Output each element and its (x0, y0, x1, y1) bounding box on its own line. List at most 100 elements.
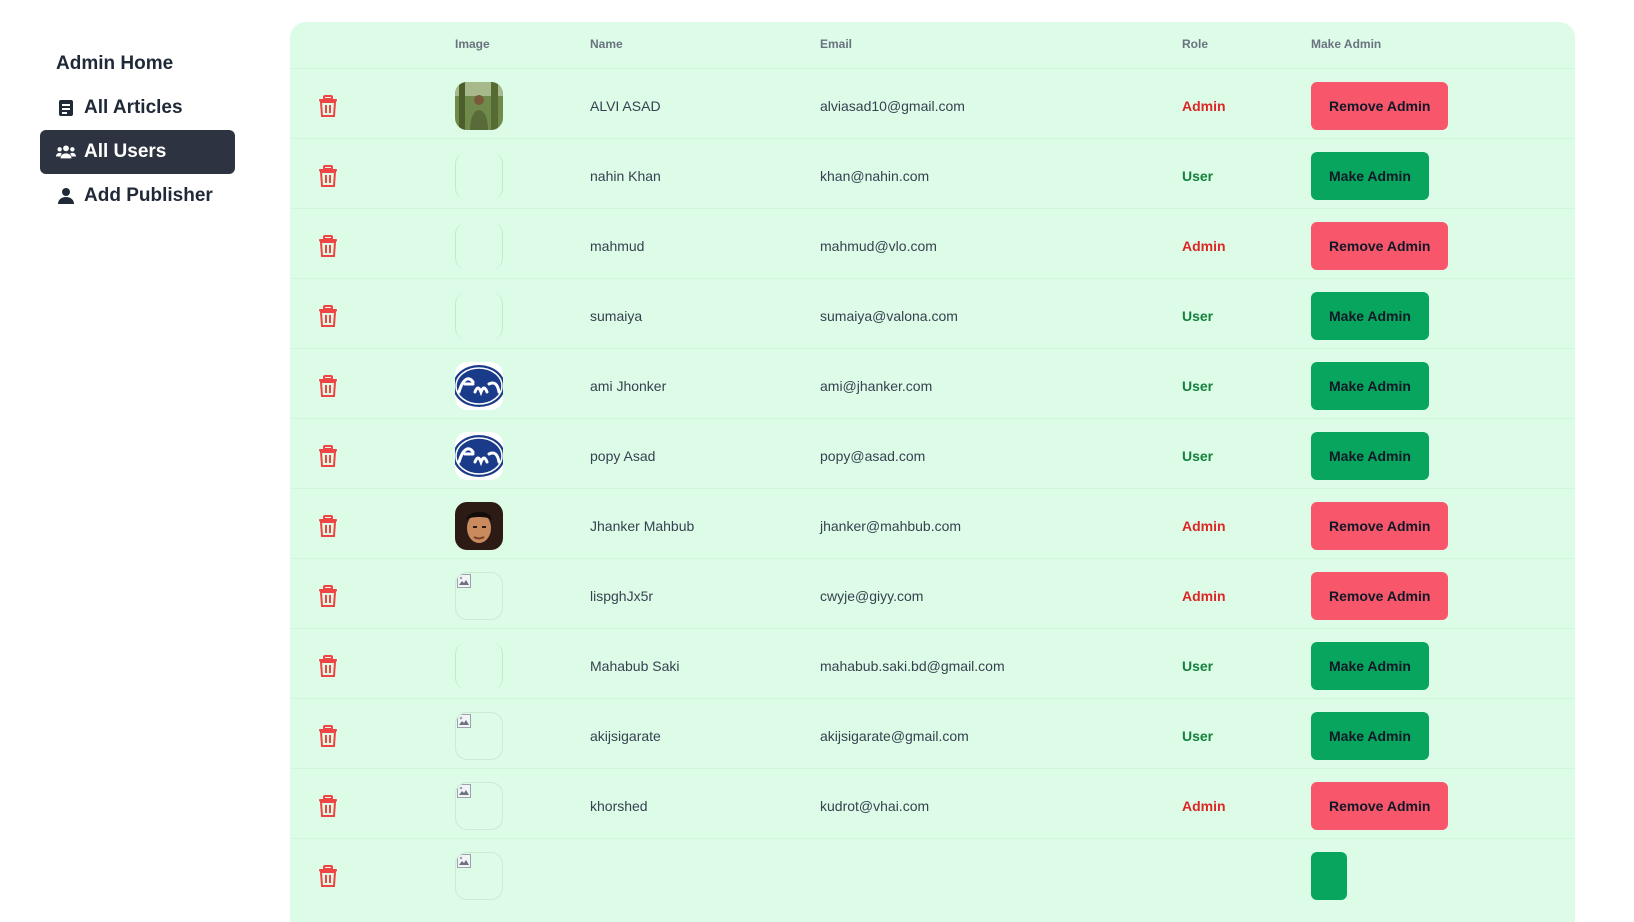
role-badge: User (1182, 377, 1214, 394)
avatar-placeholder (455, 641, 503, 690)
broken-image-avatar (455, 711, 503, 760)
user-email: akijsigarate@gmail.com (820, 727, 969, 744)
delete-icon[interactable] (318, 139, 338, 212)
user-email: mahabub.saki.bd@gmail.com (820, 657, 1005, 674)
make-admin-button[interactable]: Make Admin (1311, 361, 1429, 410)
table-row (290, 838, 1575, 911)
make-admin-button[interactable]: Make Admin (1311, 641, 1429, 690)
avatar-placeholder (455, 151, 503, 200)
avatar (455, 81, 503, 130)
user-email: kudrot@vhai.com (820, 797, 930, 814)
role-badge: Admin (1182, 797, 1226, 814)
avatar (455, 501, 503, 550)
make-admin-button[interactable] (1311, 851, 1347, 900)
delete-icon[interactable] (318, 839, 338, 912)
user-email: cwyje@giyy.com (820, 587, 924, 604)
user-add-icon (56, 186, 76, 206)
user-name: khorshed (590, 797, 648, 814)
sidebar-item-label: All Users (84, 141, 167, 162)
remove-admin-button[interactable]: Remove Admin (1311, 781, 1449, 830)
role-badge: Admin (1182, 97, 1226, 114)
delete-icon[interactable] (318, 69, 338, 142)
role-badge: Admin (1182, 237, 1226, 254)
remove-admin-button[interactable]: Remove Admin (1311, 501, 1449, 550)
make-admin-button[interactable]: Make Admin (1311, 151, 1429, 200)
delete-icon[interactable] (318, 699, 338, 772)
remove-admin-button[interactable]: Remove Admin (1311, 81, 1449, 130)
make-admin-button[interactable]: Make Admin (1311, 431, 1429, 480)
table-row: sumaiya sumaiya@valona.com User Make Admin (290, 278, 1575, 351)
sidebar-item-admin-home[interactable]: Admin Home (40, 42, 235, 86)
header-image: Image (455, 37, 490, 51)
users-table: Image Name Email Role Make Admin ALVI AS… (290, 22, 1575, 922)
sidebar: Admin Home All Articles All Users Add Pu… (40, 42, 235, 218)
table-row: ami Jhonker ami@jhanker.com User Make Admin (290, 348, 1575, 421)
table-row: popy Asad popy@asad.com User Make Admin (290, 418, 1575, 491)
table-row: Mahabub Saki mahabub.saki.bd@gmail.com Use… (290, 628, 1575, 701)
delete-icon[interactable] (318, 629, 338, 702)
remove-admin-button[interactable]: Remove Admin (1311, 571, 1449, 620)
user-email: ami@jhanker.com (820, 377, 933, 394)
user-email: jhanker@mahbub.com (820, 517, 962, 534)
role-badge: User (1182, 657, 1214, 674)
table-header: Image Name Email Role Make Admin (290, 22, 1575, 68)
article-icon (56, 98, 76, 118)
table-row: nahin Khan khan@nahin.com User Make Admin (290, 138, 1575, 211)
user-email: khan@nahin.com (820, 167, 930, 184)
sidebar-item-all-articles[interactable]: All Articles (40, 86, 235, 130)
user-name: popy Asad (590, 447, 656, 464)
broken-image-avatar (455, 851, 503, 900)
role-badge: Admin (1182, 517, 1226, 534)
broken-image-avatar (455, 571, 503, 620)
user-email: alviasad10@gmail.com (820, 97, 965, 114)
table-row: khorshed kudrot@vhai.com Admin Remove Admin (290, 768, 1575, 841)
sidebar-item-add-publisher[interactable]: Add Publisher (40, 174, 235, 218)
table-row: mahmud mahmud@vlo.com Admin Remove Admin (290, 208, 1575, 281)
sidebar-item-label: Add Publisher (84, 185, 213, 206)
header-name: Name (590, 37, 623, 51)
delete-icon[interactable] (318, 349, 338, 422)
user-name: mahmud (590, 237, 645, 254)
table-row: ALVI ASAD alviasad10@gmail.com Admin Remove… (290, 68, 1575, 141)
sidebar-item-label: Admin Home (56, 53, 174, 74)
user-name: lispghJx5r (590, 587, 654, 604)
user-email: mahmud@vlo.com (820, 237, 937, 254)
role-badge: Admin (1182, 587, 1226, 604)
table-row: akijsigarate akijsigarate@gmail.com User Ma… (290, 698, 1575, 771)
user-name: sumaiya (590, 307, 643, 324)
user-name: ami Jhonker (590, 377, 667, 394)
users-icon (56, 142, 76, 162)
role-badge: User (1182, 307, 1214, 324)
ford-logo-avatar (455, 361, 503, 410)
delete-icon[interactable] (318, 769, 338, 842)
table-row: Jhanker Mahbub jhanker@mahbub.com Admin Rem… (290, 488, 1575, 561)
user-name: nahin Khan (590, 167, 661, 184)
make-admin-button[interactable]: Make Admin (1311, 711, 1429, 760)
delete-icon[interactable] (318, 419, 338, 492)
make-admin-button[interactable]: Make Admin (1311, 291, 1429, 340)
delete-icon[interactable] (318, 209, 338, 282)
ford-logo-avatar (455, 431, 503, 480)
user-email: sumaiya@valona.com (820, 307, 958, 324)
header-make-admin: Make Admin (1311, 37, 1382, 51)
remove-admin-button[interactable]: Remove Admin (1311, 221, 1449, 270)
avatar-placeholder (455, 291, 503, 340)
delete-icon[interactable] (318, 489, 338, 562)
avatar-placeholder (455, 221, 503, 270)
sidebar-item-label: All Articles (84, 97, 183, 118)
user-name: Jhanker Mahbub (590, 517, 695, 534)
role-badge: User (1182, 727, 1214, 744)
user-name: akijsigarate (590, 727, 661, 744)
role-badge: User (1182, 167, 1214, 184)
user-name: Mahabub Saki (590, 657, 680, 674)
user-name: ALVI ASAD (590, 97, 661, 114)
delete-icon[interactable] (318, 559, 338, 632)
table-row: lispghJx5r cwyje@giyy.com Admin Remove Admi… (290, 558, 1575, 631)
role-badge: User (1182, 447, 1214, 464)
user-email: popy@asad.com (820, 447, 926, 464)
broken-image-avatar (455, 781, 503, 830)
header-role: Role (1182, 37, 1209, 51)
sidebar-item-all-users[interactable]: All Users (40, 130, 235, 174)
delete-icon[interactable] (318, 279, 338, 352)
header-email: Email (820, 37, 853, 51)
